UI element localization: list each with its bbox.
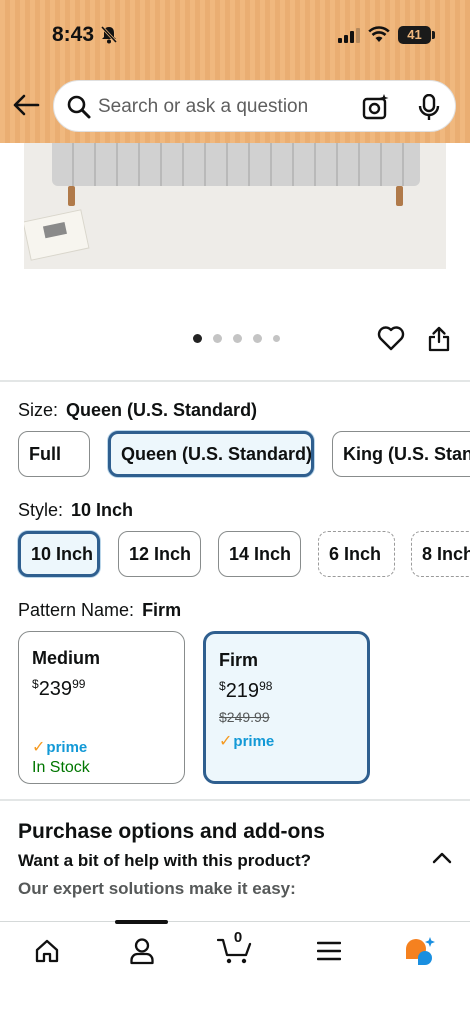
image-carousel-dots[interactable] bbox=[193, 334, 280, 343]
carousel-dot[interactable] bbox=[213, 334, 222, 343]
search-bar[interactable] bbox=[53, 80, 456, 132]
prime-badge: ✓ prime bbox=[219, 731, 354, 751]
carousel-dot[interactable] bbox=[253, 334, 262, 343]
status-time: 8:43 bbox=[52, 23, 95, 46]
style-option-10-inch[interactable]: 10 Inch bbox=[18, 531, 100, 577]
bottom-nav: 0 bbox=[0, 920, 470, 1020]
style-option-14-inch[interactable]: 14 Inch bbox=[218, 531, 301, 577]
heart-icon[interactable] bbox=[377, 325, 405, 351]
size-label-text: Size: bbox=[18, 400, 59, 420]
chip-label: 10 Inch bbox=[31, 543, 94, 564]
prime-badge: ✓ prime bbox=[32, 737, 171, 757]
style-label-text: Style: bbox=[18, 500, 64, 520]
book-graphic bbox=[24, 209, 90, 261]
carousel-dot[interactable] bbox=[273, 335, 280, 342]
rufus-assistant-icon[interactable] bbox=[404, 936, 438, 966]
bell-muted-icon bbox=[100, 25, 118, 44]
help-title[interactable]: Want a bit of help with this product? bbox=[18, 851, 311, 871]
style-selected-value: 10 Inch bbox=[71, 500, 134, 520]
product-image[interactable] bbox=[24, 143, 446, 269]
size-option-full[interactable]: Full bbox=[18, 431, 90, 477]
stock-status: In Stock bbox=[32, 759, 90, 776]
bed-leg-left bbox=[68, 186, 75, 206]
price: $23999 bbox=[32, 677, 171, 701]
prime-check-icon: ✓ bbox=[32, 739, 46, 756]
home-icon[interactable] bbox=[34, 938, 60, 964]
search-icon bbox=[67, 95, 91, 119]
size-option-queen[interactable]: Queen (U.S. Standard) bbox=[108, 431, 314, 477]
pattern-option-medium[interactable]: Medium $23999 ✓ prime In Stock bbox=[18, 631, 185, 784]
signal-icon bbox=[338, 28, 360, 43]
divider bbox=[0, 380, 470, 382]
chip-label: Queen (U.S. Standard) bbox=[121, 443, 313, 464]
wifi-icon bbox=[368, 26, 390, 42]
pattern-label-text: Pattern Name: bbox=[18, 600, 135, 620]
mattress-graphic bbox=[52, 143, 420, 186]
pattern-name: Firm bbox=[219, 650, 259, 670]
size-selected-value: Queen (U.S. Standard) bbox=[66, 400, 258, 420]
chip-label: 8 Inch bbox=[422, 543, 470, 564]
price-currency: $ bbox=[32, 677, 39, 691]
cart-button[interactable]: 0 bbox=[217, 929, 257, 966]
size-label: Size: Queen (U.S. Standard) bbox=[18, 400, 257, 421]
cart-icon bbox=[217, 938, 252, 964]
carousel-dot[interactable] bbox=[233, 334, 242, 343]
pattern-label: Pattern Name: Firm bbox=[18, 600, 181, 621]
style-option-6-inch[interactable]: 6 Inch bbox=[318, 531, 395, 577]
search-input[interactable] bbox=[98, 92, 348, 122]
prime-label: prime bbox=[233, 732, 275, 750]
account-icon[interactable] bbox=[129, 937, 155, 965]
active-tab-indicator bbox=[115, 920, 168, 924]
size-option-king[interactable]: King (U.S. Standard) bbox=[332, 431, 470, 477]
help-subtitle: Our expert solutions make it easy: bbox=[18, 879, 296, 898]
chip-label: 14 Inch bbox=[229, 543, 292, 564]
pattern-selected-value: Firm bbox=[142, 600, 182, 620]
chip-label: 12 Inch bbox=[129, 543, 192, 564]
battery-icon: 41 bbox=[398, 26, 431, 44]
camera-search-icon[interactable] bbox=[362, 93, 390, 121]
share-icon[interactable] bbox=[428, 326, 450, 352]
bed-leg-right bbox=[396, 186, 403, 206]
back-arrow-icon[interactable] bbox=[12, 93, 40, 117]
purchase-options-title: Purchase options and add-ons bbox=[18, 820, 325, 843]
header: 8:43 41 bbox=[0, 0, 470, 143]
carousel-dot[interactable] bbox=[193, 334, 202, 343]
battery-level: 41 bbox=[407, 27, 422, 42]
price-whole: 239 bbox=[38, 678, 73, 700]
battery-tip bbox=[432, 31, 435, 39]
menu-icon[interactable] bbox=[317, 941, 341, 961]
prime-check-icon: ✓ bbox=[219, 733, 233, 750]
price-currency: $ bbox=[219, 679, 226, 693]
chip-label: 6 Inch bbox=[329, 543, 382, 564]
price-fraction: 99 bbox=[72, 677, 86, 691]
chip-label: King (U.S. Standard) bbox=[343, 443, 470, 464]
price: $21998 bbox=[219, 679, 354, 703]
microphone-icon[interactable] bbox=[418, 94, 440, 122]
prime-label: prime bbox=[46, 738, 88, 756]
pattern-option-firm[interactable]: Firm $21998 $249.99 ✓ prime bbox=[203, 631, 370, 784]
price-fraction: 98 bbox=[259, 679, 273, 693]
chip-label: Full bbox=[29, 443, 61, 464]
price-whole: 219 bbox=[225, 680, 260, 702]
style-option-12-inch[interactable]: 12 Inch bbox=[118, 531, 201, 577]
style-option-8-inch[interactable]: 8 Inch bbox=[411, 531, 470, 577]
style-label: Style: 10 Inch bbox=[18, 500, 133, 521]
divider bbox=[0, 799, 470, 801]
chevron-up-icon[interactable] bbox=[432, 851, 452, 865]
status-bar: 8:43 41 bbox=[0, 0, 470, 70]
pattern-name: Medium bbox=[32, 648, 101, 668]
list-price: $249.99 bbox=[219, 709, 270, 725]
